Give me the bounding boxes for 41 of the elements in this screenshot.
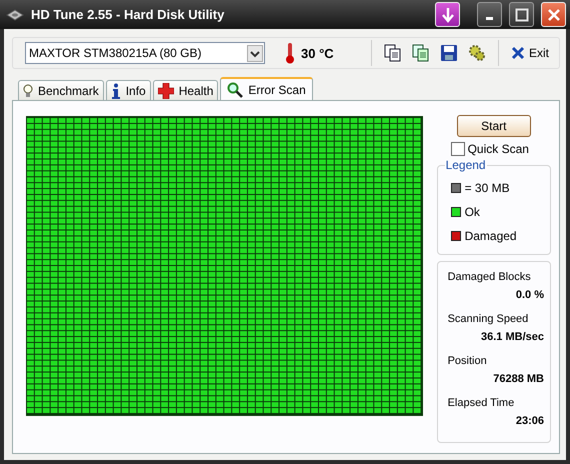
thermometer-icon [285,42,295,64]
drive-dropdown[interactable]: MAXTOR STM380215A (80 GB) [25,42,265,64]
stat-value: 23:06 [516,414,544,428]
legend-label: Damaged [464,229,517,243]
start-button[interactable]: Start [456,115,531,137]
checkbox[interactable] [450,142,465,156]
legend-label: Ok [464,205,480,219]
down-arrow-icon [440,6,454,22]
close-button[interactable] [541,2,566,27]
checkbox-label: Quick Scan [468,142,529,156]
caret-icon [247,44,263,62]
copy-icon [384,44,402,62]
close-icon [546,8,560,22]
stat-value: 0.0 % [516,288,544,302]
exit-button[interactable]: Exit [508,44,551,62]
stat-label: Elapsed Time [448,396,516,410]
minimize-icon [486,17,493,20]
download-button[interactable] [435,2,460,27]
window-title: HD Tune 2.55 - Hard Disk Utility [31,7,226,22]
gears-icon [468,44,486,62]
stat-label: Position [448,354,488,368]
close-icon [510,46,525,60]
stat-value: 76288 MB [493,372,544,386]
info-icon [110,82,121,98]
temperature-reading: 30 °C [301,46,334,60]
tab[interactable]: Health [152,80,218,100]
stat-value: 36.1 MB/sec [481,330,544,344]
magnifier-icon [227,82,244,98]
legend-label: = 30 MB [464,181,510,195]
copy-icon [412,44,430,62]
minimize-button[interactable] [477,2,502,27]
cross-icon [158,82,174,98]
tab[interactable]: Benchmark [18,80,104,100]
stat-label: Scanning Speed [448,312,530,326]
maximize-button[interactable] [509,2,534,27]
tab[interactable]: Error Scan [220,77,313,100]
lightbulb-icon [23,84,33,98]
tab[interactable]: Info [106,80,151,100]
stat-label: Damaged Blocks [448,270,532,284]
legend-title: Legend [444,158,487,172]
maximize-icon [514,8,528,22]
